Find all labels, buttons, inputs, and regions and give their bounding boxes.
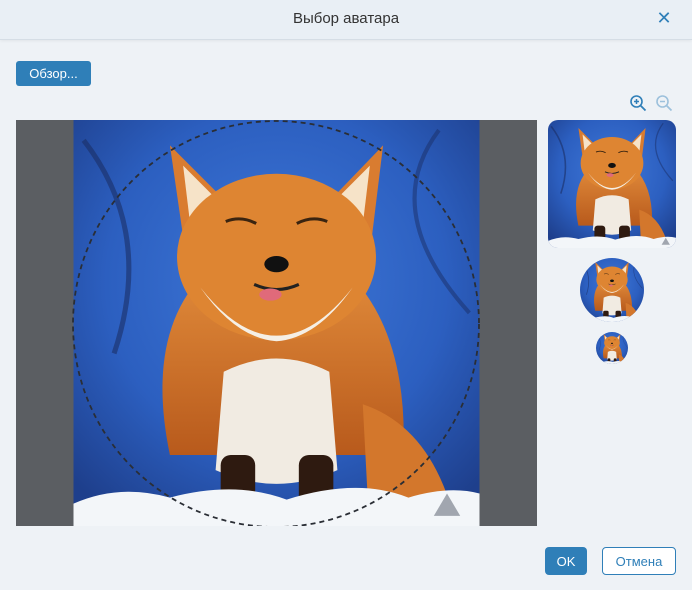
- dialog-header: Выбор аватара ✕: [0, 0, 692, 40]
- crop-circle[interactable]: [16, 120, 537, 526]
- close-icon[interactable]: ✕: [654, 8, 674, 28]
- preview-small: [596, 332, 628, 364]
- cancel-button[interactable]: Отмена: [602, 547, 676, 575]
- zoom-out-icon[interactable]: [655, 94, 673, 112]
- zoom-in-icon[interactable]: [629, 94, 647, 112]
- preview-large: [548, 120, 676, 248]
- ok-button[interactable]: OK: [545, 547, 587, 575]
- browse-button[interactable]: Обзор...: [16, 61, 91, 86]
- dialog-title: Выбор аватара: [292, 10, 400, 27]
- preview-medium: [580, 258, 644, 322]
- crop-area[interactable]: [16, 120, 537, 526]
